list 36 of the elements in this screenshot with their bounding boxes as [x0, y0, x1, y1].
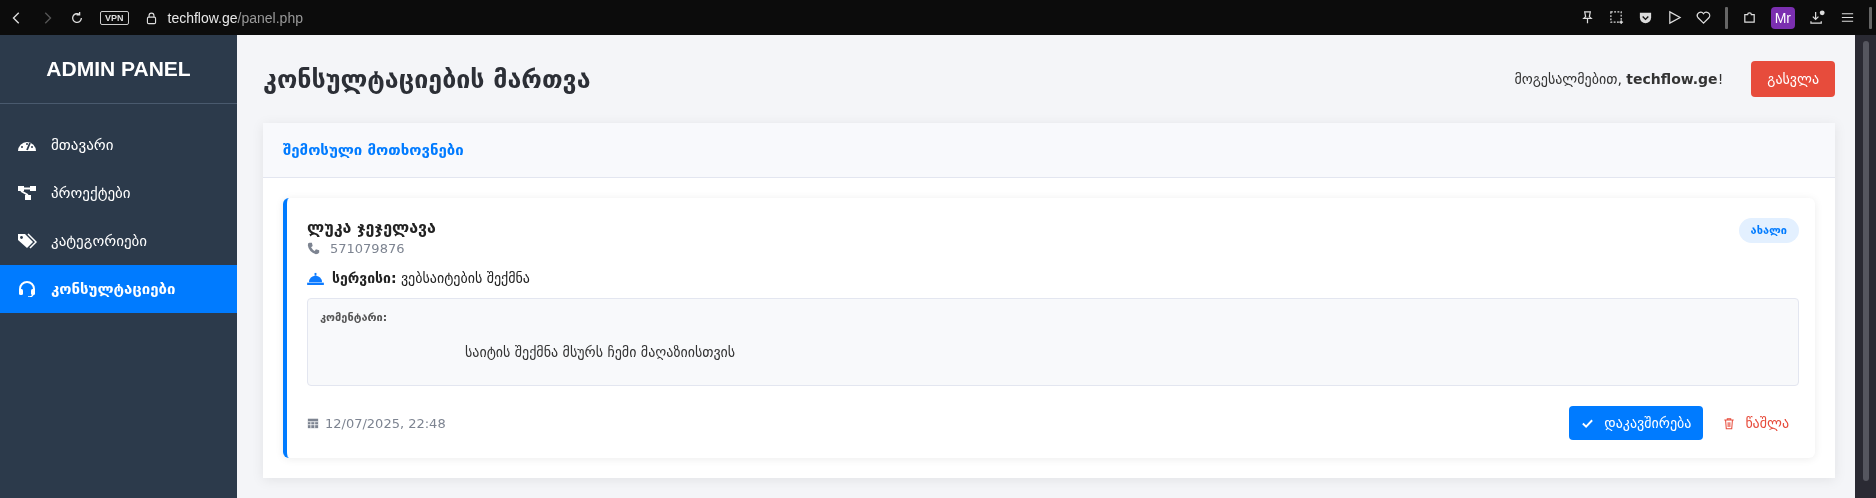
request-date: 12/07/2025, 22:48 [325, 415, 446, 431]
comment-label: კომენტარი: [320, 311, 389, 324]
phone-icon [307, 242, 320, 255]
scrollbar[interactable] [1855, 35, 1876, 498]
delete-button[interactable]: წაშლა [1713, 406, 1799, 440]
service-text: სერვისი: ვებსაიტების შექმნა [332, 270, 530, 286]
logout-button[interactable]: გასვლა [1751, 61, 1835, 97]
calendar-icon [307, 417, 319, 429]
sidebar-item[interactable]: მთავარი [0, 121, 237, 169]
welcome-text: მოგესალმებით, techflow.ge! [1514, 71, 1724, 87]
address-field[interactable]: techflow.ge/panel.php [167, 9, 303, 26]
heart-icon[interactable] [1695, 10, 1711, 25]
trash-icon [1723, 416, 1736, 430]
menu-icon[interactable] [1840, 10, 1855, 25]
send-icon[interactable] [1666, 10, 1682, 25]
sidebar-item[interactable]: კონსულტაციები [0, 265, 237, 313]
bell-icon [307, 271, 324, 285]
lock-icon [144, 10, 158, 25]
sidebar-item[interactable]: კატეგორიები [0, 217, 237, 265]
screenshot-icon[interactable] [1608, 10, 1624, 25]
profile-avatar[interactable]: Mr [1770, 6, 1795, 29]
status-badge: ახალი [1738, 218, 1799, 243]
headset-icon [17, 281, 37, 297]
download-icon[interactable] [1809, 10, 1826, 25]
client-name: ლუკა ჯეჯელავა [307, 218, 436, 237]
page-title: კონსულტაციების მართვა [263, 64, 591, 94]
sitemap-icon [17, 185, 37, 201]
reload-icon[interactable] [70, 10, 84, 25]
shield-icon[interactable] [1637, 10, 1653, 25]
sidebar-item[interactable]: პროექტები [0, 169, 237, 217]
comment-text: საიტის შექმნა მსურს ჩემი მაღაზიისთვის [464, 344, 737, 360]
panel-title: შემოსული მოთხოვნები [283, 141, 464, 159]
tag-icon [17, 233, 37, 249]
phone-number: 571079876 [330, 241, 405, 256]
vpn-badge[interactable]: VPN [100, 10, 129, 25]
contact-button[interactable]: დაკავშირება [1569, 406, 1704, 440]
